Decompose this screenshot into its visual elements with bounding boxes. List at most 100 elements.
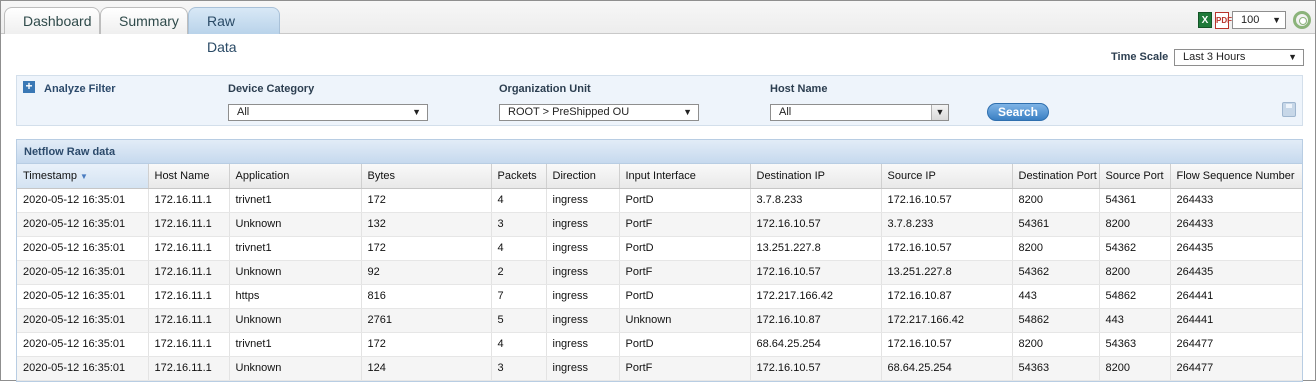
column-header-bytes[interactable]: Bytes <box>361 164 492 189</box>
table-cell: trivnet1 <box>229 236 362 261</box>
table-cell: 2020-05-12 16:35:01 <box>17 212 149 237</box>
column-header-source-port[interactable]: Source Port <box>1099 164 1171 189</box>
column-header-host-name[interactable]: Host Name <box>148 164 230 189</box>
table-cell: 8200 <box>1012 332 1100 357</box>
table-cell: 54362 <box>1099 236 1171 261</box>
chevron-down-icon[interactable]: ▼ <box>931 105 948 120</box>
page-size-value: 100 <box>1241 14 1260 26</box>
table-cell: ingress <box>546 308 620 333</box>
table-row[interactable]: 2020-05-12 16:35:01 172.16.11.1 Unknown 124… <box>17 356 1302 381</box>
table-cell: 2020-05-12 16:35:01 <box>17 284 149 309</box>
column-header-label: Direction <box>552 169 596 182</box>
table-cell: 172.16.10.57 <box>750 260 882 285</box>
table-cell: 2020-05-12 16:35:01 <box>17 308 149 333</box>
table-cell: ingress <box>546 332 620 357</box>
column-header-label: Packets <box>497 169 537 182</box>
column-header-timestamp[interactable]: Timestamp ▼ <box>17 164 149 189</box>
table-row[interactable]: 2020-05-12 16:35:01 172.16.11.1 trivnet1 17… <box>17 236 1302 261</box>
table-cell: 172.217.166.42 <box>750 284 882 309</box>
column-header-packets[interactable]: Packets <box>491 164 547 189</box>
table-body: 2020-05-12 16:35:01 172.16.11.1 trivnet1 17… <box>17 188 1302 381</box>
column-header-application[interactable]: Application <box>229 164 362 189</box>
table-row[interactable]: 2020-05-12 16:35:01 172.16.11.1 https 816 7 i… <box>17 284 1302 309</box>
analyze-filter-label[interactable]: Analyze Filter <box>44 83 116 95</box>
table-cell: 264435 <box>1170 260 1302 285</box>
table-cell: 172 <box>361 332 492 357</box>
column-header-label: Bytes <box>367 169 396 182</box>
table-cell: 816 <box>361 284 492 309</box>
table-cell: 172.217.166.42 <box>881 308 1013 333</box>
table-cell: 4 <box>491 188 547 213</box>
column-header-destination-port[interactable]: Destination Port <box>1012 164 1100 189</box>
tab-raw-data[interactable]: Raw Data <box>188 7 280 55</box>
table-cell: 443 <box>1012 284 1100 309</box>
app-frame: Dashboard Summary Raw Data X PDF 100 ▼ T… <box>0 0 1316 382</box>
table-cell: 54362 <box>1012 260 1100 285</box>
excel-export-icon[interactable]: X <box>1198 12 1212 28</box>
chevron-down-icon: ▼ <box>683 107 692 117</box>
table-cell: 3 <box>491 356 547 381</box>
gear-icon[interactable] <box>1293 11 1311 29</box>
table-cell: 2020-05-12 16:35:01 <box>17 236 149 261</box>
table-cell: 172.16.10.57 <box>881 332 1013 357</box>
table-cell: 3.7.8.233 <box>750 188 882 213</box>
table-cell: 172.16.11.1 <box>148 260 230 285</box>
table-cell: 3.7.8.233 <box>881 212 1013 237</box>
table-cell: trivnet1 <box>229 188 362 213</box>
table-cell: 92 <box>361 260 492 285</box>
table-cell: ingress <box>546 236 620 261</box>
table-cell: 172.16.11.1 <box>148 284 230 309</box>
column-header-label: Destination Port <box>1018 169 1097 182</box>
column-header-label: Destination IP <box>756 169 825 182</box>
table-cell: 172.16.11.1 <box>148 356 230 381</box>
table-cell: 172 <box>361 188 492 213</box>
column-header-input-interface[interactable]: Input Interface <box>619 164 751 189</box>
table-cell: 8200 <box>1012 188 1100 213</box>
table-cell: 264477 <box>1170 356 1302 381</box>
table-cell: 172.16.10.57 <box>881 188 1013 213</box>
column-header-label: Flow Sequence Number <box>1176 169 1295 182</box>
table-cell: 5 <box>491 308 547 333</box>
table-row[interactable]: 2020-05-12 16:35:01 172.16.11.1 trivnet1 17… <box>17 188 1302 213</box>
device-category-select[interactable]: All ▼ <box>228 104 428 121</box>
tab-summary[interactable]: Summary <box>100 7 188 34</box>
table-cell: ingress <box>546 284 620 309</box>
time-scale-select[interactable]: Last 3 Hours ▼ <box>1174 49 1304 66</box>
table-cell: 264477 <box>1170 332 1302 357</box>
expand-plus-icon[interactable]: + <box>23 80 35 93</box>
table-cell: 4 <box>491 332 547 357</box>
table-row[interactable]: 2020-05-12 16:35:01 172.16.11.1 Unknown 276… <box>17 308 1302 333</box>
table-row[interactable]: 2020-05-12 16:35:01 172.16.11.1 Unknown 92 2… <box>17 260 1302 285</box>
table-cell: 2761 <box>361 308 492 333</box>
table-cell: 13.251.227.8 <box>881 260 1013 285</box>
pdf-export-icon[interactable]: PDF <box>1215 11 1232 29</box>
column-header-flow-sequence-number[interactable]: Flow Sequence Number <box>1170 164 1302 189</box>
table-row[interactable]: 2020-05-12 16:35:01 172.16.11.1 Unknown 132… <box>17 212 1302 237</box>
table-cell: ingress <box>546 188 620 213</box>
table-cell: 8200 <box>1012 236 1100 261</box>
table-row[interactable]: 2020-05-12 16:35:01 172.16.11.1 trivnet1 17… <box>17 332 1302 357</box>
column-header-label: Host Name <box>154 169 210 182</box>
table-cell: 172.16.11.1 <box>148 212 230 237</box>
column-header-label: Source Port <box>1105 169 1164 182</box>
page-size-select[interactable]: 100 ▼ <box>1232 11 1286 29</box>
table-cell: https <box>229 284 362 309</box>
search-button[interactable]: Search <box>987 103 1049 121</box>
table-cell: 264433 <box>1170 188 1302 213</box>
save-icon[interactable] <box>1282 102 1296 117</box>
netflow-table: Timestamp ▼ Host Name Application Bytes Packe… <box>17 164 1302 381</box>
tab-dashboard[interactable]: Dashboard <box>4 7 100 34</box>
table-cell: 132 <box>361 212 492 237</box>
table-cell: 13.251.227.8 <box>750 236 882 261</box>
table-cell: trivnet1 <box>229 332 362 357</box>
table-cell: 8200 <box>1099 212 1171 237</box>
column-header-source-ip[interactable]: Source IP <box>881 164 1013 189</box>
organization-unit-select[interactable]: ROOT > PreShipped OU ▼ <box>499 104 699 121</box>
host-name-select[interactable]: All ▼ <box>770 104 949 121</box>
column-header-destination-ip[interactable]: Destination IP <box>750 164 882 189</box>
host-name-label: Host Name <box>770 83 828 95</box>
table-cell: PortD <box>619 332 751 357</box>
table-cell: ingress <box>546 212 620 237</box>
column-header-direction[interactable]: Direction <box>546 164 620 189</box>
host-name-value: All <box>779 106 792 118</box>
